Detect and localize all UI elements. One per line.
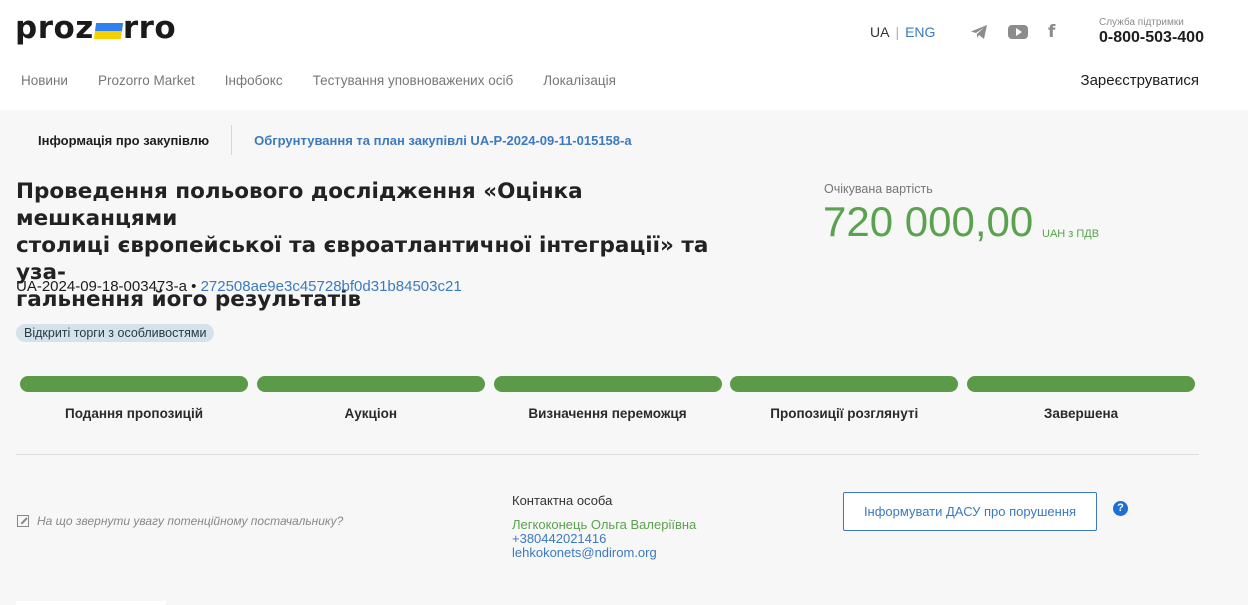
nav-item-infobox[interactable]: Інфобокс (225, 73, 283, 88)
support-block: Служба підтримки 0-800-503-400 (1099, 17, 1204, 47)
contact-phone[interactable]: +380442021416 (512, 532, 696, 546)
id-separator: • (191, 278, 197, 295)
main-nav: Новини Prozorro Market Інфобокс Тестуван… (21, 73, 646, 88)
expected-value-label: Очікувана вартість (824, 182, 933, 196)
language-switcher: UA | ENG (870, 24, 935, 40)
nav-item-localization[interactable]: Локалізація (543, 73, 616, 88)
stage-label-auction: Аукціон (344, 406, 397, 421)
contact-label: Контактна особа (512, 493, 613, 508)
nav-item-market[interactable]: Prozorro Market (98, 73, 195, 88)
prozorro-logo[interactable]: proz rro (15, 8, 176, 48)
supplier-hint-link[interactable]: На що звернути увагу потенційному постач… (17, 514, 343, 528)
support-phone[interactable]: 0-800-503-400 (1099, 29, 1204, 47)
tab-procurement-info[interactable]: Інформація про закупівлю (16, 133, 231, 148)
contact-person: Контактна особа Легкоконець Ольга Валері… (512, 494, 696, 560)
tender-identifiers: UA-2024-09-18-003473-a • 272508ae9e3c457… (16, 278, 462, 295)
supplier-hint-text: На що звернути увагу потенційному постач… (37, 514, 344, 528)
telegram-icon[interactable] (970, 24, 988, 40)
stage-label-reviewed: Пропозиції розглянуті (770, 406, 919, 421)
lang-ua[interactable]: UA (870, 24, 889, 40)
help-icon[interactable]: ? (1113, 501, 1128, 516)
support-label: Служба підтримки (1099, 17, 1184, 28)
procedure-badge: Відкриті торги з особливостями (16, 324, 215, 342)
tender-hash-link[interactable]: 272508ae9e3c45728bf0d31b84503c21 (201, 278, 462, 295)
youtube-icon[interactable] (1008, 25, 1028, 39)
facebook-icon[interactable]: f (1048, 22, 1055, 42)
logo-text-right: rro (122, 10, 177, 46)
contact-name: Легкоконець Ольга Валеріївна (512, 517, 697, 532)
logo-text-left: proz (15, 10, 94, 46)
stage-label-winner: Визначення переможця (528, 406, 687, 421)
stage-label-completed: Завершена (1043, 406, 1119, 421)
tab-plan-link[interactable]: Обгрунтування та план закупівлі UA-P-202… (232, 133, 653, 148)
site-header: proz rro UA | ENG f Служба підтримки 0-80… (0, 0, 1248, 110)
section-divider (16, 454, 1199, 455)
tender-id: UA-2024-09-18-003473-a (16, 278, 187, 295)
currency-label: UAH з ПДВ (1042, 228, 1100, 240)
contact-email[interactable]: lehkokonets@ndirom.org (512, 546, 696, 560)
expected-amount: 720 000,00 (823, 198, 1034, 245)
tender-tabs: Інформація про закупівлю Обгрунтування т… (16, 124, 654, 156)
lang-separator: | (895, 24, 900, 40)
bottom-tab-strip (16, 601, 166, 605)
register-link[interactable]: Зареєструватися (1081, 72, 1199, 89)
nav-item-testing[interactable]: Тестування уповноважених осіб (313, 73, 514, 88)
stage-bar-completed (967, 376, 1195, 392)
edit-icon (17, 515, 29, 527)
ukraine-flag-icon (93, 23, 123, 39)
tender-stages: Подання пропозицій Аукціон Визначення пе… (20, 376, 1195, 421)
stage-label-submission: Подання пропозицій (64, 406, 203, 421)
nav-item-news[interactable]: Новини (21, 73, 68, 88)
report-dasu-button[interactable]: Інформувати ДАСУ про порушення (843, 492, 1097, 531)
stage-bar-winner (493, 376, 722, 392)
stage-bar-reviewed (730, 376, 959, 392)
social-links: f (970, 22, 1055, 42)
stage-bar-auction (256, 376, 485, 392)
stage-bar-submission (20, 376, 248, 392)
tender-title-line: Проведення польового дослідження «Оцінка… (16, 179, 583, 231)
lang-eng[interactable]: ENG (905, 24, 935, 40)
